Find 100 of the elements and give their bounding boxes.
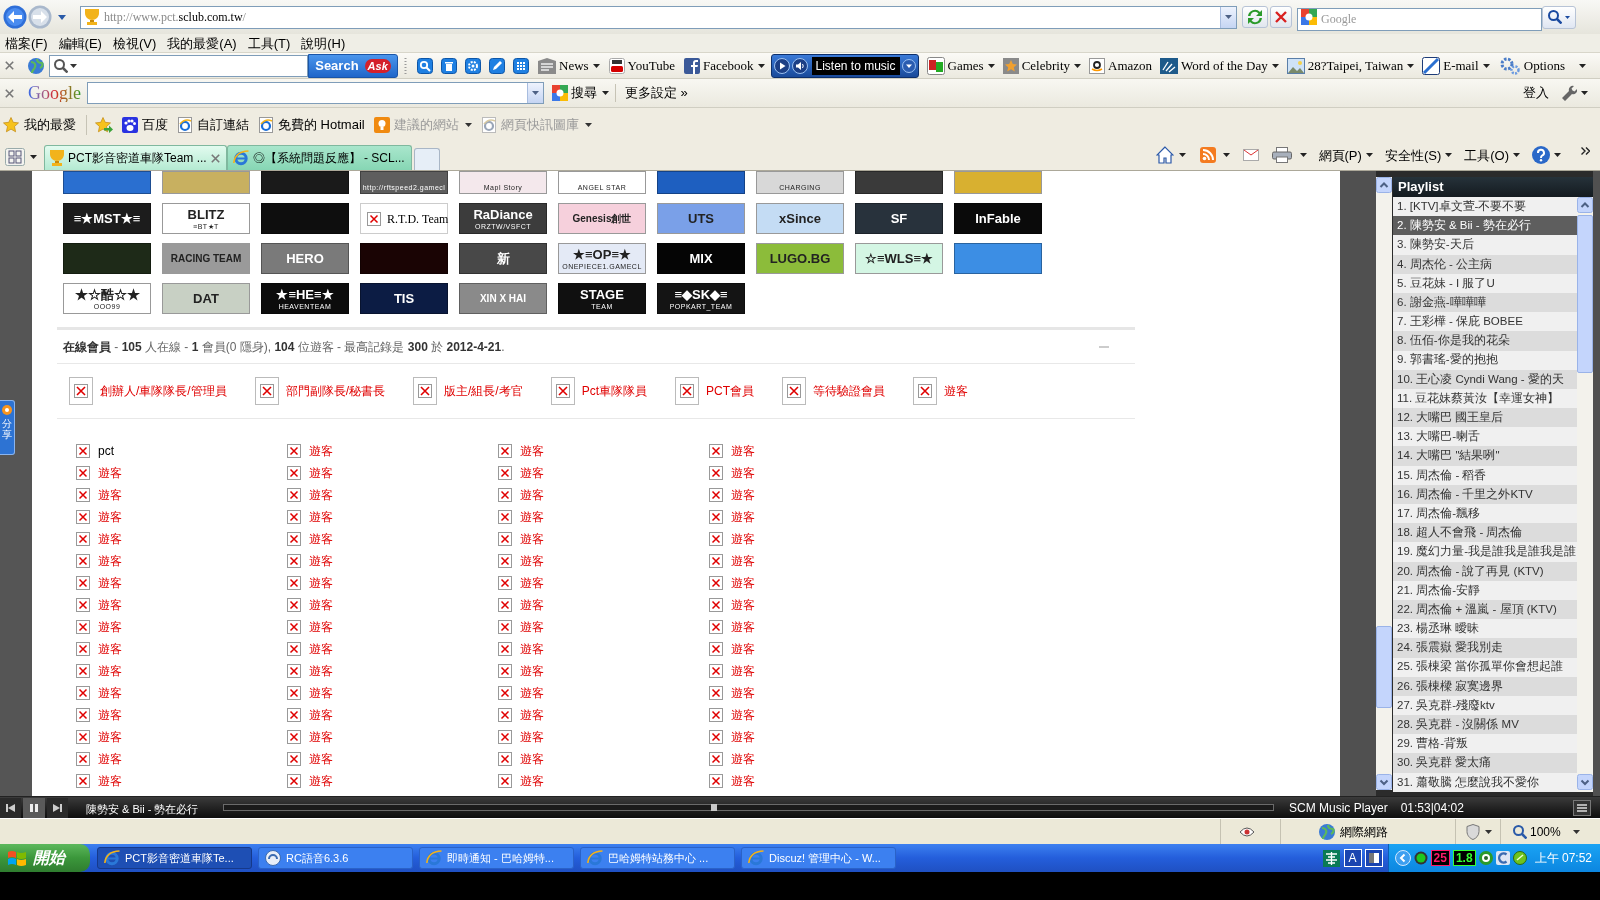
- double-chevron-icon[interactable]: [1581, 147, 1590, 156]
- caret-icon[interactable]: [602, 91, 609, 95]
- member-name[interactable]: 遊客: [309, 772, 333, 790]
- ring-icon[interactable]: [1478, 851, 1493, 865]
- member-name[interactable]: 遊客: [309, 530, 333, 548]
- playlist-item[interactable]: 26. 張棟樑 寂寞邊界: [1393, 676, 1577, 696]
- scroll-up-icon[interactable]: [1577, 197, 1593, 213]
- caret-icon[interactable]: [1074, 63, 1082, 68]
- menu-item[interactable]: 編輯(E): [58, 36, 102, 50]
- playlist-item[interactable]: 16. 周杰倫 - 千里之外KTV: [1393, 484, 1577, 504]
- playlist-item[interactable]: 4. 周杰伦 - 公主病: [1393, 254, 1577, 274]
- member-name[interactable]: 遊客: [520, 640, 544, 658]
- member-name[interactable]: 遊客: [309, 662, 333, 680]
- start-button[interactable]: 開始: [0, 844, 90, 872]
- search-field[interactable]: [87, 82, 544, 104]
- caret-icon[interactable]: [1579, 63, 1586, 68]
- playlist-item[interactable]: 24. 張震嶽 愛我別走: [1393, 638, 1577, 658]
- playlist-item[interactable]: 12. 大嘴巴 國王皇后: [1393, 408, 1577, 428]
- command-menu[interactable]: 工具(O): [1464, 145, 1509, 165]
- banner-link[interactable]: xSince: [756, 203, 844, 234]
- add-favorite-icon[interactable]: [95, 117, 113, 133]
- toolbar-link[interactable]: Word of the Day: [1181, 55, 1268, 76]
- toolbar-link[interactable]: Games: [947, 55, 984, 76]
- cards-icon[interactable]: [926, 56, 945, 75]
- banner-link[interactable]: DAT: [162, 283, 250, 314]
- scroll-up-icon[interactable]: [1376, 177, 1392, 193]
- star-tile-icon[interactable]: [1002, 57, 1019, 74]
- banner-link[interactable]: ☆≡WLS≡★: [855, 243, 943, 274]
- member-name[interactable]: 遊客: [731, 486, 755, 504]
- search-button[interactable]: 搜尋: [571, 83, 597, 103]
- member-name[interactable]: 遊客: [731, 618, 755, 636]
- taskbar-button[interactable]: 即時通知 - 巴哈姆特...: [419, 847, 574, 869]
- social-tile-icon[interactable]: [683, 57, 700, 74]
- banner-link[interactable]: ≡★MST★≡: [63, 203, 151, 234]
- taskbar-button[interactable]: PCT影音密道車隊Te...: [97, 847, 252, 869]
- next-icon[interactable]: [47, 797, 68, 818]
- banner-link[interactable]: HERO: [261, 243, 349, 274]
- wrench-icon[interactable]: [1561, 85, 1577, 101]
- scrollbar-track[interactable]: [1577, 197, 1593, 792]
- stop-button[interactable]: [1270, 6, 1292, 28]
- member-name[interactable]: 遊客: [98, 574, 122, 592]
- newspaper-icon[interactable]: [538, 57, 556, 74]
- member-name[interactable]: 遊客: [309, 464, 333, 482]
- member-name[interactable]: 遊客: [731, 464, 755, 482]
- member-name[interactable]: 遊客: [98, 750, 122, 768]
- toolbar-link[interactable]: Amazon: [1108, 55, 1153, 76]
- member-name[interactable]: 遊客: [731, 530, 755, 548]
- scrollbar-track[interactable]: [1376, 177, 1392, 790]
- smile-tile-icon[interactable]: [1089, 57, 1106, 74]
- member-name[interactable]: 遊客: [98, 662, 122, 680]
- member-name[interactable]: 遊客: [520, 442, 544, 460]
- member-name[interactable]: 遊客: [520, 772, 544, 790]
- zoom-icon[interactable]: [1513, 824, 1527, 839]
- member-name[interactable]: 遊客: [731, 750, 755, 768]
- quick-tabs-icon[interactable]: [5, 148, 25, 166]
- dropdown-button[interactable]: [1220, 6, 1236, 28]
- playlist-item[interactable]: 18. 超人不會飛 - 周杰倫: [1393, 523, 1577, 543]
- caret-icon[interactable]: [30, 155, 37, 159]
- caret-icon[interactable]: [757, 63, 765, 68]
- banner-link[interactable]: InFable: [954, 203, 1042, 234]
- refresh-button[interactable]: [1242, 6, 1268, 28]
- member-name[interactable]: pct: [98, 442, 114, 460]
- landscape-icon[interactable]: [1286, 57, 1305, 74]
- printer-icon[interactable]: [1271, 147, 1292, 164]
- playlist-item[interactable]: 6. 謝金燕-嘩嘩嘩: [1393, 292, 1577, 313]
- banner-link[interactable]: LUGO.BG: [756, 243, 844, 274]
- member-name[interactable]: 遊客: [731, 574, 755, 592]
- back-icon[interactable]: [3, 5, 27, 29]
- shield-icon[interactable]: [1466, 823, 1480, 840]
- tv-tile-icon[interactable]: [608, 57, 625, 74]
- settings-icon[interactable]: [1499, 56, 1520, 75]
- favorite-link[interactable]: 免費的 Hotmail: [278, 115, 365, 135]
- progress-thumb[interactable]: [710, 804, 717, 811]
- member-name[interactable]: 遊客: [520, 618, 544, 636]
- tray-badge[interactable]: 1.8: [1452, 850, 1476, 866]
- slash-tile-icon[interactable]: [1422, 56, 1441, 75]
- member-name[interactable]: 遊客: [309, 508, 333, 526]
- toolbar-link[interactable]: Facebook: [702, 55, 754, 76]
- caret-icon[interactable]: [1572, 829, 1580, 834]
- menu-item[interactable]: 工具(T): [247, 36, 291, 50]
- member-name[interactable]: 遊客: [520, 684, 544, 702]
- search-button[interactable]: [1542, 5, 1576, 29]
- eye-icon[interactable]: [1239, 824, 1255, 839]
- caret-icon[interactable]: [1581, 91, 1588, 95]
- close-icon[interactable]: [5, 61, 14, 70]
- toolbar-link[interactable]: Celebrity: [1021, 55, 1071, 76]
- member-name[interactable]: 遊客: [98, 706, 122, 724]
- multicolor-tile-icon[interactable]: [552, 85, 568, 101]
- member-name[interactable]: 遊客: [520, 508, 544, 526]
- member-name[interactable]: 遊客: [309, 442, 333, 460]
- crescent-icon[interactable]: [1495, 851, 1510, 865]
- lines-tile-icon[interactable]: [1160, 57, 1179, 74]
- progress-track[interactable]: [223, 804, 1274, 811]
- more-settings-link[interactable]: 更多設定 »: [625, 83, 688, 103]
- scrollbar-thumb[interactable]: [1577, 215, 1593, 373]
- playlist-item[interactable]: 14. 大嘴巴 "結果咧": [1393, 446, 1577, 466]
- pause-icon[interactable]: [23, 797, 45, 818]
- member-name[interactable]: 遊客: [309, 618, 333, 636]
- ime-mode-button[interactable]: A: [1343, 849, 1362, 867]
- scrollbar-thumb[interactable]: [1376, 626, 1392, 708]
